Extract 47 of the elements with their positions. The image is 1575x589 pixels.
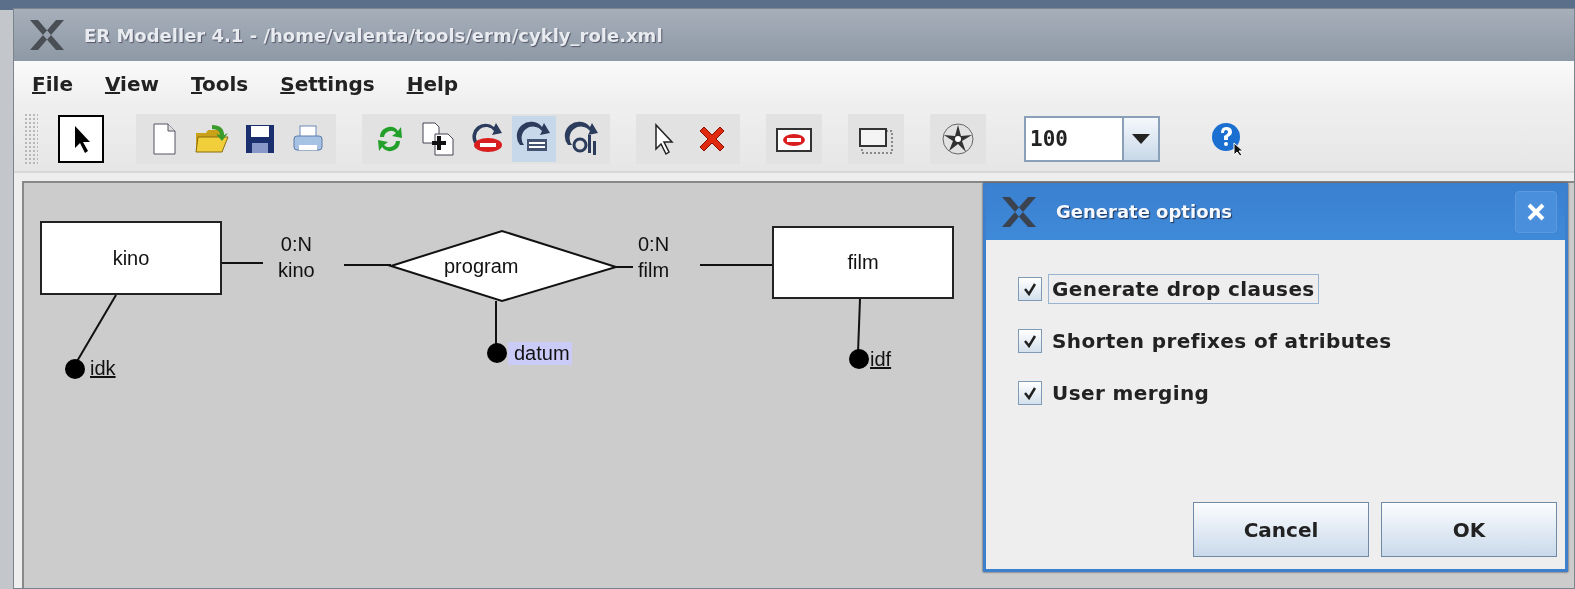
relationship-name: program	[444, 255, 519, 277]
connector-line	[221, 262, 264, 264]
menu-item[interactable]: Help	[406, 70, 459, 98]
cardinality-label: 0:N	[638, 233, 670, 255]
check-icon	[1023, 282, 1037, 296]
option-label[interactable]: User merging	[1048, 378, 1214, 408]
close-icon	[1526, 201, 1546, 222]
dialog-title: Generate options	[1056, 201, 1234, 222]
dialog-button[interactable]: Cancel	[1193, 502, 1369, 557]
toolbar-grip[interactable]	[24, 113, 38, 165]
menu-item[interactable]: Tools	[191, 70, 249, 98]
attribute-connector	[487, 300, 507, 363]
attribute-label[interactable]: idf	[864, 348, 894, 371]
menu-item[interactable]: View	[104, 70, 159, 98]
check-icon	[1023, 334, 1037, 348]
checkbox[interactable]	[1018, 277, 1042, 301]
dialog-button[interactable]: OK	[1381, 502, 1557, 557]
window-title: ER Modeller 4.1 - /home/valenta/tools/erm/cykly_role.xml	[84, 24, 663, 46]
option-label[interactable]: Shorten prefixes of atributes	[1048, 326, 1396, 356]
check-icon	[1023, 386, 1037, 400]
attribute-label[interactable]: idk	[84, 357, 118, 380]
menu-item[interactable]: File	[32, 70, 73, 98]
caret-icon	[1132, 134, 1150, 144]
object-arrow-icon	[564, 121, 600, 157]
pointer-tool-button[interactable]	[58, 115, 104, 163]
checkbox[interactable]	[1018, 329, 1042, 353]
add-document-icon	[420, 121, 456, 157]
role-label: film	[638, 259, 670, 281]
dropdown-button[interactable]	[1122, 118, 1158, 160]
menu-item[interactable]: Settings	[280, 70, 375, 98]
zoom-combo-box[interactable]: 100	[1024, 116, 1160, 162]
zoom-value[interactable]: 100	[1026, 118, 1122, 160]
attribute-connector	[849, 298, 869, 369]
entity-box[interactable]: kino	[40, 221, 222, 295]
connector-line	[343, 264, 392, 266]
x-logo-icon	[1000, 194, 1038, 229]
wheel-icon	[940, 121, 976, 157]
entity-box[interactable]: film	[772, 226, 954, 299]
close-button[interactable]	[1515, 190, 1557, 233]
cardinality-label: 0:N	[280, 233, 312, 255]
attribute-label[interactable]: datum	[508, 342, 572, 365]
checkbox[interactable]	[1018, 381, 1042, 405]
x-logo-icon	[28, 18, 66, 52]
sql-tool-button[interactable]	[512, 116, 556, 162]
role-label: kino	[278, 259, 315, 281]
help-icon	[1210, 121, 1246, 157]
option-label[interactable]: Generate drop clauses	[1048, 274, 1319, 304]
